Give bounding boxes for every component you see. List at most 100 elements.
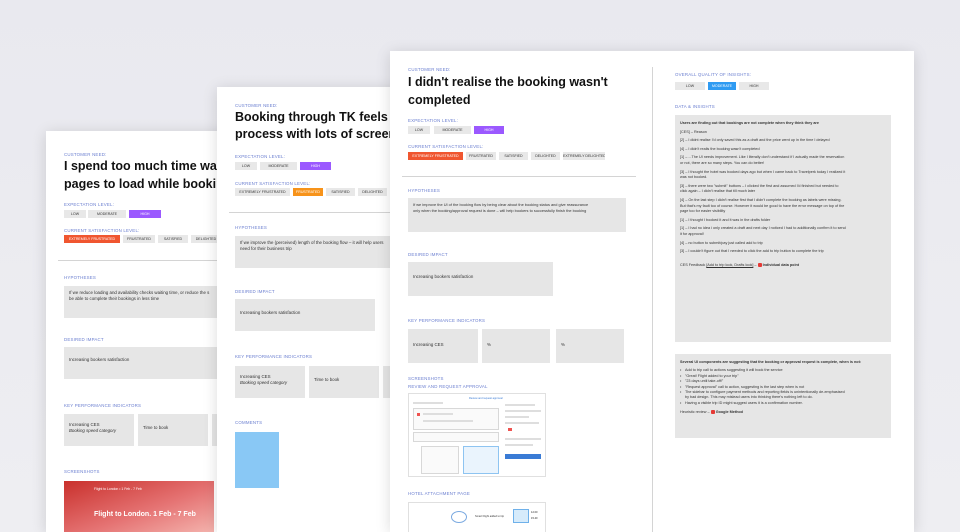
kpi-ces-text: Increasing CES (413, 342, 444, 347)
customer-need-label: CUSTOMER NEED: (408, 67, 451, 72)
kpi-label: KEY PERFORMANCE INDICATORS (408, 318, 486, 323)
insight2-bullet: Having a visible trip ID might suggest u… (680, 401, 886, 407)
satisfaction-chip-delighted[interactable]: DELIGHTED (358, 188, 387, 196)
search-results-screenshot: Flight to London • 1 Feb - 7 Feb Flight … (64, 481, 214, 532)
data-point-text: Individual data point (761, 262, 800, 267)
hypothesis-text-line2: only when the booking/approval request i… (413, 208, 587, 214)
expectation-chip-high[interactable]: HIGH (474, 126, 504, 134)
ss1-line (423, 420, 473, 422)
ss2-price-1: 12.00 (531, 511, 538, 514)
desired-impact-text: Increasing bookers satisfaction (69, 357, 130, 362)
kpi-card-ces[interactable]: Increasing CES (408, 329, 478, 363)
satisfaction-level-label: CURRENT SATISFACTION LEVEL: (64, 228, 140, 233)
insight2-footer: Heuristic review – Google Method (680, 410, 886, 415)
satisfaction-chip-delighted[interactable]: DELIGHTED (531, 152, 560, 160)
ss2-added-text: Smart Flight added to trip (475, 515, 505, 518)
desired-impact-card[interactable]: Increasing bookers satisfaction (408, 262, 553, 296)
ss1-line (505, 422, 539, 424)
quote-line: [3] – I couldn't figure out that I neede… (680, 249, 824, 254)
desired-impact-card[interactable]: Increasing bookers satisfaction (64, 347, 218, 379)
review-approval-screenshot: Review and request approval (408, 393, 546, 477)
satisfaction-chip-extremely-delighted[interactable]: EXTREMELY DELIGHTED (563, 152, 605, 160)
kpi-card-ces[interactable]: Increasing CES Booking speed category (64, 414, 134, 446)
kpi-card-percent-1[interactable]: % (482, 329, 550, 363)
expectation-level-label: EXPECTATION LEVEL: (235, 154, 286, 159)
satisfaction-chip-satisfied[interactable]: SATISFIED (499, 152, 528, 160)
kpi-time-to-book-text: Time to book (143, 425, 169, 430)
insights-chip-moderate[interactable]: MODERATE (708, 82, 736, 90)
ces-feedback-text: CES Feedback (680, 262, 707, 267)
comments-label: COMMENTS (235, 420, 263, 425)
column-divider (652, 67, 653, 532)
insight-quotes: [CES] – Reason [2] – I didnt realise I'd… (680, 130, 886, 255)
kpi-card-ces[interactable]: Increasing CES Booking speed category (235, 366, 305, 398)
hypotheses-label: HYPOTHESES (235, 225, 268, 230)
satisfaction-chip-frustrated[interactable]: FRUSTRATED (123, 235, 155, 243)
ss1-line (505, 438, 541, 440)
ss2-illustration-icon (451, 511, 467, 523)
hypotheses-label: HYPOTHESES (408, 188, 441, 193)
satisfaction-chip-extremely-frustrated[interactable]: EXTREMELY FRUSTRATED (235, 188, 290, 196)
insight-title: Users are finding out that bookings are … (680, 121, 819, 125)
satisfaction-chip-frustrated[interactable]: FRUSTRATED (466, 152, 496, 160)
ss1-hotel-card (413, 432, 499, 442)
insights-chip-high[interactable]: HIGH (739, 82, 769, 90)
insight-card-ui-components[interactable]: Several UI components are suggesting tha… (675, 354, 891, 438)
ss1-line (413, 402, 443, 404)
satisfaction-chip-frustrated[interactable]: FRUSTRATED (293, 188, 323, 196)
customer-need-label: CUSTOMER NEED: (64, 152, 107, 157)
satisfaction-chip-satisfied[interactable]: SATISFIED (326, 188, 355, 196)
expectation-level-label: EXPECTATION LEVEL: (408, 118, 459, 123)
insight-card-bookings-incomplete[interactable]: Users are finding out that bookings are … (675, 115, 891, 342)
satisfaction-chip-extremely-frustrated[interactable]: EXTREMELY FRUSTRATED (64, 235, 120, 243)
hypotheses-label: HYPOTHESES (64, 275, 97, 280)
sticky-note[interactable] (235, 432, 279, 488)
screenshots-label: SCREENSHOTS (64, 469, 100, 474)
kpi-speed-category-text: Booking speed category (69, 428, 117, 434)
ss1-flight-card (413, 408, 499, 430)
hypothesis-card[interactable]: If we improve the UI of the booking flow… (408, 198, 626, 232)
kpi-label: KEY PERFORMANCE INDICATORS (64, 403, 142, 408)
kpi-card-percent-2[interactable]: % (556, 329, 624, 363)
expectation-chip-high[interactable]: HIGH (129, 210, 161, 218)
expectation-chip-high[interactable]: HIGH (300, 162, 331, 170)
satisfaction-chip-extremely-frustrated[interactable]: EXTREMELY FRUSTRATED (408, 152, 463, 160)
google-method-text: Google Method (715, 410, 743, 415)
insights-chip-low[interactable]: LOW (675, 82, 705, 90)
expectation-chip-moderate[interactable]: MODERATE (434, 126, 471, 134)
board-title-line1: Booking through TK feels lik (235, 110, 406, 124)
kpi-label: KEY PERFORMANCE INDICATORS (235, 354, 313, 359)
data-insights-label: DATA & INSIGHTS (675, 104, 715, 109)
satisfaction-level-label: CURRENT SATISFACTION LEVEL: (235, 181, 311, 186)
satisfaction-chip-satisfied[interactable]: SATISFIED (158, 235, 188, 243)
ss1-line (505, 404, 535, 406)
ss1-option-selected (463, 446, 499, 474)
expectation-chip-low[interactable]: LOW (408, 126, 430, 134)
screenshots-label: SCREENSHOTS (408, 376, 444, 381)
kpi-card-time-to-book[interactable]: Time to book (309, 366, 379, 398)
board-booking-not-completed[interactable]: CUSTOMER NEED: I didn't realise the book… (390, 51, 914, 532)
expectation-chip-low[interactable]: LOW (64, 210, 86, 218)
ss2-price-2: 15.40 (531, 517, 538, 520)
expectation-chip-moderate[interactable]: MODERATE (88, 210, 126, 218)
ss1-line (505, 410, 541, 412)
ss1-line (505, 416, 529, 418)
kpi-card-time-to-book[interactable]: Time to book (138, 414, 208, 446)
ss2-highlight-card (513, 509, 529, 523)
board-title-line2: pages to load while booking (64, 177, 232, 191)
hotel-attachment-screenshot: Smart Flight added to trip 12.00 15.40 (408, 502, 546, 532)
expectation-chip-moderate[interactable]: MODERATE (260, 162, 297, 170)
screenshot-topline: Flight to London • 1 Feb - 7 Feb (94, 487, 142, 491)
ss1-request-approval-button (505, 454, 541, 459)
ss1-brand-dot (417, 413, 420, 416)
desired-impact-card[interactable]: Increasing bookers satisfaction (235, 299, 375, 331)
desired-impact-label: DESIRED IMPACT (408, 252, 448, 257)
ss1-line (423, 413, 453, 415)
ces-feedback-link[interactable]: [Add to trip look, Drafts look] (706, 263, 753, 267)
desired-impact-label: DESIRED IMPACT (235, 289, 275, 294)
expectation-chip-low[interactable]: LOW (235, 162, 257, 170)
hotel-attachment-label: HOTEL ATTACHMENT PAGE (408, 491, 471, 496)
kpi-percent-2-text: % (561, 342, 565, 347)
board-title-line2: completed (408, 93, 471, 107)
red-dot-icon (710, 410, 715, 415)
